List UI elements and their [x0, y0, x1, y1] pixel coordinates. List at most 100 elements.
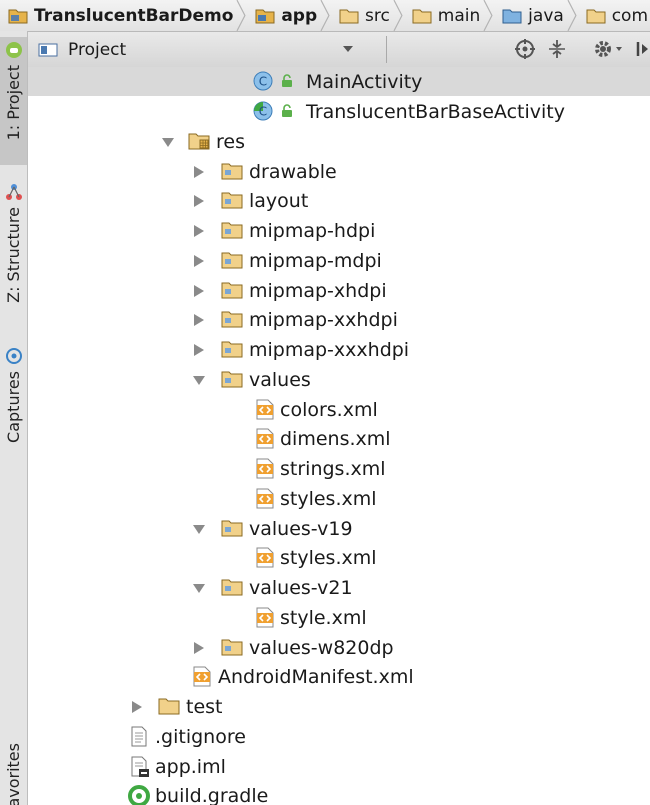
tree-item-drawable[interactable]: drawable — [28, 157, 650, 186]
collapsed-arrow-icon — [194, 642, 204, 654]
gear-icon[interactable] — [593, 38, 623, 60]
breadcrumb-label: main — [437, 5, 481, 26]
manifest-file-icon — [193, 666, 211, 687]
tree-item-label: mipmap-xxhdpi — [249, 308, 398, 331]
xml-file-icon — [256, 607, 274, 628]
tree-item-mipmap-hdpi[interactable]: mipmap-hdpi — [28, 216, 650, 245]
breadcrumb-separator-icon — [393, 0, 403, 31]
tree-item-values-v21[interactable]: values-v21 — [28, 573, 650, 602]
access-public-icon — [282, 74, 292, 87]
hide-icon[interactable] — [636, 38, 650, 60]
resource-folder-icon — [188, 133, 210, 150]
folder-icon — [221, 639, 243, 656]
favorites-tool-button[interactable]: Favorites — [0, 743, 27, 805]
tree-item-style-xml[interactable]: style.xml — [28, 603, 650, 632]
breadcrumb-label: app — [281, 5, 318, 26]
tree-item-label: AndroidManifest.xml — [218, 665, 414, 688]
tree-item-mipmap-mdpi[interactable]: mipmap-mdpi — [28, 246, 650, 275]
breadcrumb-separator-icon — [236, 0, 247, 31]
structure-icon — [5, 184, 22, 200]
tree-item-label: drawable — [249, 160, 337, 183]
breadcrumb-java[interactable]: java — [494, 0, 566, 31]
project-view-selector[interactable]: Project — [38, 36, 358, 63]
folder-icon — [221, 222, 243, 239]
tree-item-app-iml[interactable]: app.iml — [28, 752, 650, 781]
expanded-arrow-icon — [193, 525, 205, 534]
svg-text:C: C — [259, 75, 267, 89]
breadcrumb-separator-icon — [567, 0, 577, 31]
project-view-label: Project — [68, 39, 127, 60]
breadcrumb-separator-icon — [320, 0, 330, 31]
collapsed-arrow-icon — [194, 344, 204, 356]
tree-item-label: values-w820dp — [249, 636, 394, 659]
tree-item-label: colors.xml — [280, 398, 378, 421]
tree-item-values-w820dp[interactable]: values-w820dp — [28, 633, 650, 662]
tree-item-styles-xml-v19[interactable]: styles.xml — [28, 543, 650, 572]
folder-icon — [221, 192, 243, 209]
tree-item-label: app.iml — [155, 755, 226, 778]
tree-item-label: mipmap-xhdpi — [249, 279, 387, 302]
tree-item-test[interactable]: test — [28, 692, 650, 721]
tree-item-label: style.xml — [280, 606, 367, 629]
breadcrumb-separator-icon — [483, 0, 493, 31]
tree-item-translucentbarbaseactivity[interactable]: C TranslucentBarBaseActivity — [28, 97, 650, 126]
tree-item-layout[interactable]: layout — [28, 186, 650, 215]
collapsed-arrow-icon — [132, 701, 142, 713]
project-panel-header: Project — [28, 32, 650, 68]
tree-item-mipmap-xhdpi[interactable]: mipmap-xhdpi — [28, 276, 650, 305]
tree-item-mipmap-xxhdpi[interactable]: mipmap-xxhdpi — [28, 305, 650, 334]
tree-item-colors-xml[interactable]: colors.xml — [28, 395, 650, 424]
project-view-icon — [38, 43, 58, 56]
tree-item-label: dimens.xml — [280, 427, 391, 450]
tree-item-styles-xml[interactable]: styles.xml — [28, 484, 650, 513]
class-icon: C — [253, 101, 273, 121]
folder-icon — [586, 9, 606, 23]
captures-tool-button[interactable]: Captures — [0, 345, 27, 455]
tree-item-label: values-v21 — [249, 576, 353, 599]
tree-item-mipmap-xxxhdpi[interactable]: mipmap-xxxhdpi — [28, 335, 650, 364]
folder-icon — [221, 520, 243, 537]
tree-item-gitignore[interactable]: .gitignore — [28, 722, 650, 751]
breadcrumb-project[interactable]: TranslucentBarDemo — [0, 0, 235, 31]
tree-item-values[interactable]: values — [28, 365, 650, 394]
captures-icon — [5, 348, 22, 364]
project-tool-label: 1: Project — [4, 65, 23, 141]
module-folder-icon — [255, 9, 275, 23]
tree-item-build-gradle[interactable]: build.gradle — [28, 781, 650, 805]
xml-file-icon — [256, 488, 274, 509]
gradle-file-icon — [128, 785, 150, 805]
breadcrumb-label: src — [365, 5, 390, 26]
tree-item-androidmanifest[interactable]: AndroidManifest.xml — [28, 662, 650, 691]
tree-item-label: TranslucentBarBaseActivity — [306, 100, 565, 123]
tree-item-label: layout — [249, 189, 309, 212]
iml-file-icon — [131, 756, 149, 777]
project-folder-icon — [8, 9, 28, 23]
structure-tool-button[interactable]: Z: Structure — [0, 181, 27, 316]
collapsed-arrow-icon — [194, 255, 204, 267]
breadcrumb-app[interactable]: app — [247, 0, 319, 31]
breadcrumb-com[interactable]: com — [578, 0, 650, 31]
tool-window-strip: 1: Project Z: Structure Captures Favorit… — [0, 31, 28, 805]
breadcrumb-src[interactable]: src — [331, 0, 392, 31]
tree-item-strings-xml[interactable]: strings.xml — [28, 454, 650, 483]
project-tool-button[interactable]: 1: Project — [0, 37, 27, 165]
tree-item-mainactivity[interactable]: C MainActivity — [28, 67, 650, 96]
tree-item-label: styles.xml — [280, 546, 377, 569]
structure-tool-label: Z: Structure — [4, 207, 23, 303]
tree-item-label: res — [216, 130, 245, 153]
breadcrumb-main[interactable]: main — [404, 0, 482, 31]
breadcrumb-label: com — [611, 5, 649, 26]
tree-item-label: mipmap-mdpi — [249, 249, 382, 272]
tree-item-values-v19[interactable]: values-v19 — [28, 514, 650, 543]
chevron-down-icon — [343, 46, 353, 52]
folder-icon — [412, 9, 432, 23]
locate-icon[interactable] — [514, 38, 536, 60]
breadcrumb-label: TranslucentBarDemo — [34, 5, 234, 26]
collapse-icon[interactable] — [546, 38, 568, 60]
text-file-icon — [131, 726, 147, 747]
xml-file-icon — [256, 399, 274, 420]
tree-item-res[interactable]: res — [28, 127, 650, 156]
folder-icon — [339, 9, 359, 23]
tree-item-dimens-xml[interactable]: dimens.xml — [28, 424, 650, 453]
tree-item-label: values-v19 — [249, 517, 353, 540]
